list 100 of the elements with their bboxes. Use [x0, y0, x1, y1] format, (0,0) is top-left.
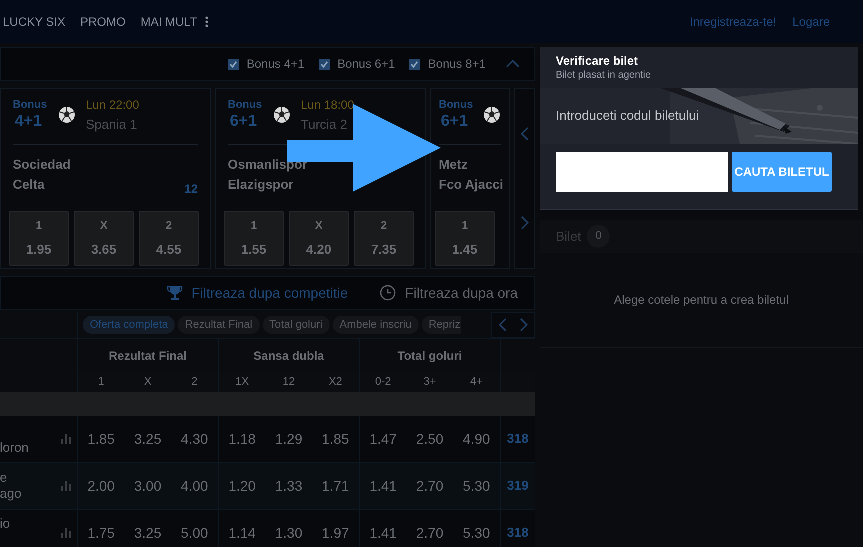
- odds-value[interactable]: 4.30: [171, 416, 218, 462]
- odds-value[interactable]: 1.18: [219, 416, 266, 462]
- team-name: ago: [0, 486, 23, 502]
- checkbox[interactable]: [318, 58, 330, 70]
- checkbox[interactable]: [409, 58, 420, 70]
- count-badge: 0: [587, 225, 610, 248]
- odds-button[interactable]: 1 1.45: [435, 211, 495, 266]
- bar-chart-icon[interactable]: [61, 434, 71, 444]
- odds-button[interactable]: X 4.20: [289, 211, 349, 266]
- team-name: Elazigspor: [228, 176, 294, 194]
- nav-link[interactable]: MAI MULT: [140, 12, 198, 30]
- odds-value[interactable]: 1.41: [360, 510, 407, 547]
- panel-title: Verificare bilet: [556, 54, 640, 68]
- team-name: Sociedad: [13, 156, 71, 174]
- odds-value[interactable]: 2.00: [78, 463, 125, 509]
- soccer-ball-icon: [58, 106, 76, 124]
- ticket-code-field[interactable]: [556, 152, 728, 192]
- odds-value[interactable]: 4.00: [171, 463, 218, 509]
- team-name: e: [0, 470, 8, 486]
- odds-value[interactable]: 1.14: [219, 510, 266, 547]
- soccer-ball-icon: [273, 106, 291, 124]
- login-link[interactable]: Logare: [792, 12, 830, 30]
- odds-value[interactable]: 3.25: [124, 510, 172, 547]
- column-header: X2: [328, 375, 344, 390]
- odds-value[interactable]: 2.50: [406, 416, 454, 462]
- odds-button[interactable]: 1 1.95: [9, 211, 69, 266]
- soccer-ball-icon: [483, 106, 501, 124]
- market-tab[interactable]: Rezultat Final: [178, 316, 260, 334]
- match-time: Lun 18:00: [301, 98, 354, 112]
- odds-value[interactable]: 1.30: [266, 510, 312, 547]
- empty-slip-message: Alege cotele pentru a crea biletul: [614, 292, 789, 309]
- market-tab[interactable]: Repriz: [422, 316, 461, 334]
- prompt-text: Introduceti codul biletului: [556, 107, 700, 126]
- odds-value[interactable]: 2.70: [406, 510, 454, 547]
- team-name: Fco Ajacci: [439, 176, 504, 194]
- odds-value[interactable]: 5.30: [453, 463, 500, 509]
- team-name: Osmanlispor: [228, 156, 308, 174]
- nav-link[interactable]: PROMO: [80, 12, 126, 30]
- market-count: 12: [184, 181, 198, 198]
- bonus-label: Bonus: [13, 98, 48, 112]
- check-icon: [410, 60, 420, 68]
- team-name: io: [0, 516, 12, 532]
- odds-value[interactable]: 3.00: [124, 463, 172, 509]
- odds-value[interactable]: 1.75: [78, 510, 125, 547]
- bar-chart-icon[interactable]: [61, 481, 71, 491]
- column-header: 0-2: [374, 375, 392, 390]
- odds-button[interactable]: 2 4.55: [139, 211, 199, 266]
- odds-value[interactable]: 4.90: [453, 416, 500, 462]
- column-header: 4+: [469, 375, 484, 390]
- team-name: Metz: [439, 156, 468, 174]
- market-tab[interactable]: Total goluri: [262, 316, 330, 334]
- chevron-up-icon[interactable]: [506, 60, 520, 68]
- checkbox-label: Bonus 8+1: [428, 56, 486, 73]
- odds-value[interactable]: 1.47: [360, 416, 407, 462]
- check-icon: [228, 60, 238, 68]
- more-markets-link[interactable]: 319: [501, 463, 535, 509]
- chevron-left-icon[interactable]: [520, 126, 528, 141]
- team-name: Celta: [13, 176, 45, 194]
- odds-button[interactable]: X 3.65: [74, 211, 134, 266]
- filter-link[interactable]: Filtreaza dupa ora: [380, 282, 518, 304]
- odds-value[interactable]: 5.00: [171, 510, 218, 547]
- odds-value[interactable]: 1.33: [266, 463, 312, 509]
- odds-value[interactable]: 1.29: [266, 416, 312, 462]
- column-header: 12: [282, 375, 296, 390]
- bonus-value: 4+1: [14, 112, 44, 132]
- odds-value[interactable]: 1.71: [312, 463, 360, 509]
- panel-subtitle: Bilet plasat in agentie: [556, 69, 652, 83]
- filter-link[interactable]: Filtreaza dupa competitie: [166, 282, 348, 304]
- column-header: 2: [190, 375, 199, 390]
- odds-value[interactable]: 2.70: [406, 463, 454, 509]
- odds-value[interactable]: 1.20: [219, 463, 266, 509]
- bonus-label: Bonus: [439, 98, 474, 112]
- odds-button[interactable]: 2 7.35: [354, 211, 414, 266]
- odds-value[interactable]: 1.85: [78, 416, 125, 462]
- odds-button[interactable]: 1 1.55: [224, 211, 284, 266]
- match-time: Lun 22:00: [86, 98, 140, 112]
- market-tab[interactable]: Oferta completa: [83, 316, 176, 334]
- odds-value[interactable]: 1.85: [312, 416, 360, 462]
- nav-link[interactable]: LUCKY SIX: [3, 12, 66, 30]
- trophy-icon: [166, 285, 183, 301]
- more-icon[interactable]: [205, 16, 210, 28]
- odds-value[interactable]: 1.97: [312, 510, 360, 547]
- column-header: 1: [97, 375, 106, 390]
- register-link[interactable]: Inregistreaza-te!: [690, 12, 777, 30]
- odds-value[interactable]: 5.30: [453, 510, 500, 547]
- checkbox-label: Bonus 4+1: [246, 56, 305, 73]
- chevron-left-icon[interactable]: [498, 318, 506, 332]
- chevron-right-icon[interactable]: [520, 216, 528, 230]
- chevron-right-icon[interactable]: [520, 318, 528, 332]
- checkbox[interactable]: [228, 58, 239, 70]
- odds-value[interactable]: 3.25: [124, 416, 172, 462]
- column-header: X: [143, 375, 153, 390]
- market-tab[interactable]: Ambele inscriu: [332, 316, 419, 334]
- bonus-value: 6+1: [229, 112, 258, 132]
- bar-chart-icon[interactable]: [61, 528, 71, 538]
- odds-value[interactable]: 1.41: [360, 463, 407, 509]
- check-icon: [320, 60, 329, 68]
- search-ticket-button[interactable]: CAUTA BILETUL: [732, 152, 832, 192]
- more-markets-link[interactable]: 318: [501, 510, 535, 547]
- more-markets-link[interactable]: 318: [501, 416, 535, 462]
